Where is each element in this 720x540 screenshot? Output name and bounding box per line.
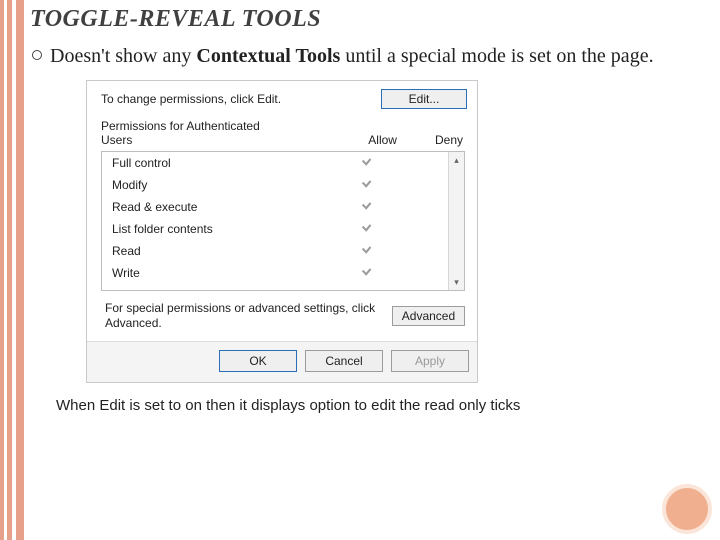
apply-button[interactable]: Apply xyxy=(391,350,469,372)
scroll-up-icon[interactable]: ▴ xyxy=(449,152,464,168)
decorative-circle xyxy=(662,484,712,534)
permission-row: Write xyxy=(102,262,448,284)
permissions-for-label: Permissions for Authenticated Users xyxy=(101,119,260,147)
bullet-text-post: until a special mode is set on the page. xyxy=(340,45,653,67)
permissions-for-line2: Users xyxy=(101,133,260,147)
edit-button[interactable]: Edit... xyxy=(381,89,467,109)
bullet-text-bold: Contextual Tools xyxy=(196,45,340,67)
check-icon xyxy=(361,200,373,212)
ok-button[interactable]: OK xyxy=(219,350,297,372)
dialog-button-bar: OK Cancel Apply xyxy=(87,341,477,382)
check-icon xyxy=(361,266,373,278)
permission-label: Modify xyxy=(112,178,340,192)
permission-row: Read & execute xyxy=(102,196,448,218)
check-icon xyxy=(361,156,373,168)
scroll-down-icon[interactable]: ▾ xyxy=(449,274,464,290)
permission-label: Read & execute xyxy=(112,200,340,214)
bullet-text-pre: Doesn't show any xyxy=(50,45,196,67)
permission-label: Read xyxy=(112,244,340,258)
bullet-icon xyxy=(32,50,42,60)
accent-bar xyxy=(16,0,24,540)
accent-bar xyxy=(7,0,12,540)
edit-hint-label: To change permissions, click Edit. xyxy=(101,92,281,106)
slide-caption: When Edit is set to on then it displays … xyxy=(56,397,714,414)
permission-row: Read xyxy=(102,240,448,262)
permission-label: Write xyxy=(112,266,340,280)
permission-label: Full control xyxy=(112,156,340,170)
advanced-button[interactable]: Advanced xyxy=(392,306,465,326)
accent-bar xyxy=(0,0,4,540)
permissions-for-line1: Permissions for Authenticated xyxy=(101,119,260,133)
allow-cell xyxy=(340,200,394,215)
bullet-item: Doesn't show any Contextual Tools until … xyxy=(32,43,704,70)
allow-cell xyxy=(340,178,394,193)
allow-cell xyxy=(340,244,394,259)
allow-cell xyxy=(340,222,394,237)
check-icon xyxy=(361,244,373,256)
allow-cell xyxy=(340,156,394,171)
column-allow-label: Allow xyxy=(368,133,397,147)
scrollbar[interactable]: ▴ ▾ xyxy=(448,152,464,290)
slide-content: TOGGLE-REVEAL TOOLS Doesn't show any Con… xyxy=(30,0,714,414)
column-deny-label: Deny xyxy=(435,133,463,147)
permissions-dialog: To change permissions, click Edit. Edit.… xyxy=(86,80,478,383)
bullet-text: Doesn't show any Contextual Tools until … xyxy=(50,43,654,70)
check-icon xyxy=(361,222,373,234)
advanced-hint-label: For special permissions or advanced sett… xyxy=(105,301,384,331)
permission-label: List folder contents xyxy=(112,222,340,236)
permission-row: List folder contents xyxy=(102,218,448,240)
page-title: TOGGLE-REVEAL TOOLS xyxy=(30,6,714,33)
permission-row: Modify xyxy=(102,174,448,196)
cancel-button[interactable]: Cancel xyxy=(305,350,383,372)
check-icon xyxy=(361,178,373,190)
allow-cell xyxy=(340,266,394,281)
permissions-list: Full control Modify Read & execute List fol… xyxy=(101,151,465,291)
permission-row: Full control xyxy=(102,152,448,174)
